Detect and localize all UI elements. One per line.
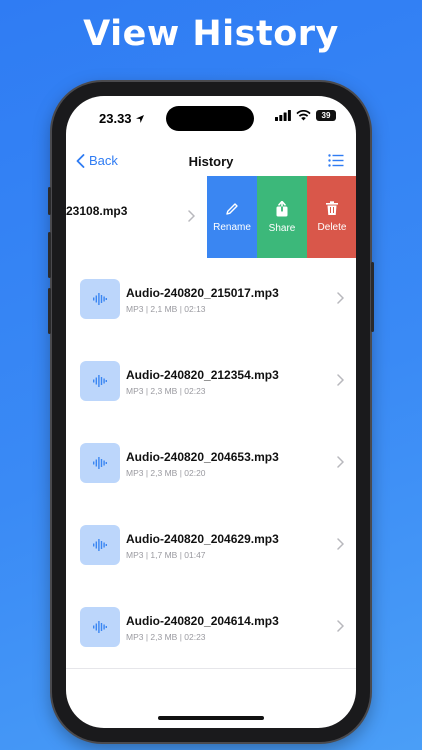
waveform-icon [93,293,107,305]
audio-file-icon [80,607,120,647]
file-name: 23108.mp3 [66,204,128,218]
list-menu-button[interactable] [328,154,344,172]
list-item[interactable]: Audio-240820_215017.mp3 MP3 | 2,1 MB | 0… [66,258,356,341]
status-icons: 39 [275,110,336,121]
audio-file-icon [80,525,120,565]
rename-label: Rename [213,221,251,233]
file-meta: MP3 | 2,3 MB | 02:20 [126,468,206,478]
delete-button[interactable]: Delete [307,176,356,258]
audio-file-icon [80,361,120,401]
share-button[interactable]: Share [257,176,307,258]
chevron-right-icon [337,620,344,632]
phone-volume-up [48,232,51,278]
file-name: Audio-240820_215017.mp3 [126,286,279,300]
back-button[interactable]: Back [76,153,118,168]
status-time-text: 23.33 [99,111,132,126]
phone-frame: 23.33 39 Back History 23108.mp3 Rename S… [48,82,374,742]
chevron-right-icon [188,210,195,222]
file-meta: MP3 | 2,3 MB | 02:23 [126,386,206,396]
wifi-icon [296,110,311,121]
status-time: 23.33 [99,111,145,126]
file-meta: MP3 | 2,1 MB | 02:13 [126,304,206,314]
audio-file-icon [80,443,120,483]
trash-icon [326,201,338,215]
list-item[interactable]: Audio-240820_204629.mp3 MP3 | 1,7 MB | 0… [66,504,356,587]
waveform-icon [93,621,107,633]
rename-button[interactable]: Rename [207,176,257,258]
file-meta: MP3 | 1,7 MB | 01:47 [126,550,206,560]
list-item[interactable]: Audio-240820_212354.mp3 MP3 | 2,3 MB | 0… [66,340,356,423]
list-item[interactable]: Audio-240820_204653.mp3 MP3 | 2,3 MB | 0… [66,422,356,505]
phone-screen: 23.33 39 Back History 23108.mp3 Rename S… [66,96,356,728]
home-indicator[interactable] [158,716,264,720]
phone-volume-down [48,288,51,334]
list-item[interactable]: Audio-240820_204614.mp3 MP3 | 2,3 MB | 0… [66,586,356,669]
chevron-right-icon [337,292,344,304]
battery-icon: 39 [316,110,336,121]
phone-silent-switch [48,187,51,215]
chevron-left-icon [76,153,85,168]
back-label: Back [89,153,118,168]
list-icon [328,154,344,167]
waveform-icon [93,375,107,387]
status-bar: 23.33 39 [66,96,356,140]
swipe-actions: Rename Share Delete [207,176,356,258]
dynamic-island [166,106,254,131]
phone-power-button [371,262,374,332]
share-icon [276,200,288,216]
chevron-right-icon [337,538,344,550]
file-name: Audio-240820_212354.mp3 [126,368,279,382]
chevron-right-icon [337,374,344,386]
file-meta: MP3 | 2,3 MB | 02:23 [126,632,206,642]
cellular-signal-icon [275,110,291,121]
waveform-icon [93,457,107,469]
file-name: Audio-240820_204629.mp3 [126,532,279,546]
headline: View History [83,14,339,54]
battery-level: 39 [321,111,331,120]
waveform-icon [93,539,107,551]
share-label: Share [268,222,296,234]
audio-file-icon [80,279,120,319]
pencil-icon [226,202,238,215]
chevron-right-icon [337,456,344,468]
file-name: Audio-240820_204614.mp3 [126,614,279,628]
location-arrow-icon [136,115,145,123]
file-name: Audio-240820_204653.mp3 [126,450,279,464]
delete-label: Delete [317,222,347,233]
